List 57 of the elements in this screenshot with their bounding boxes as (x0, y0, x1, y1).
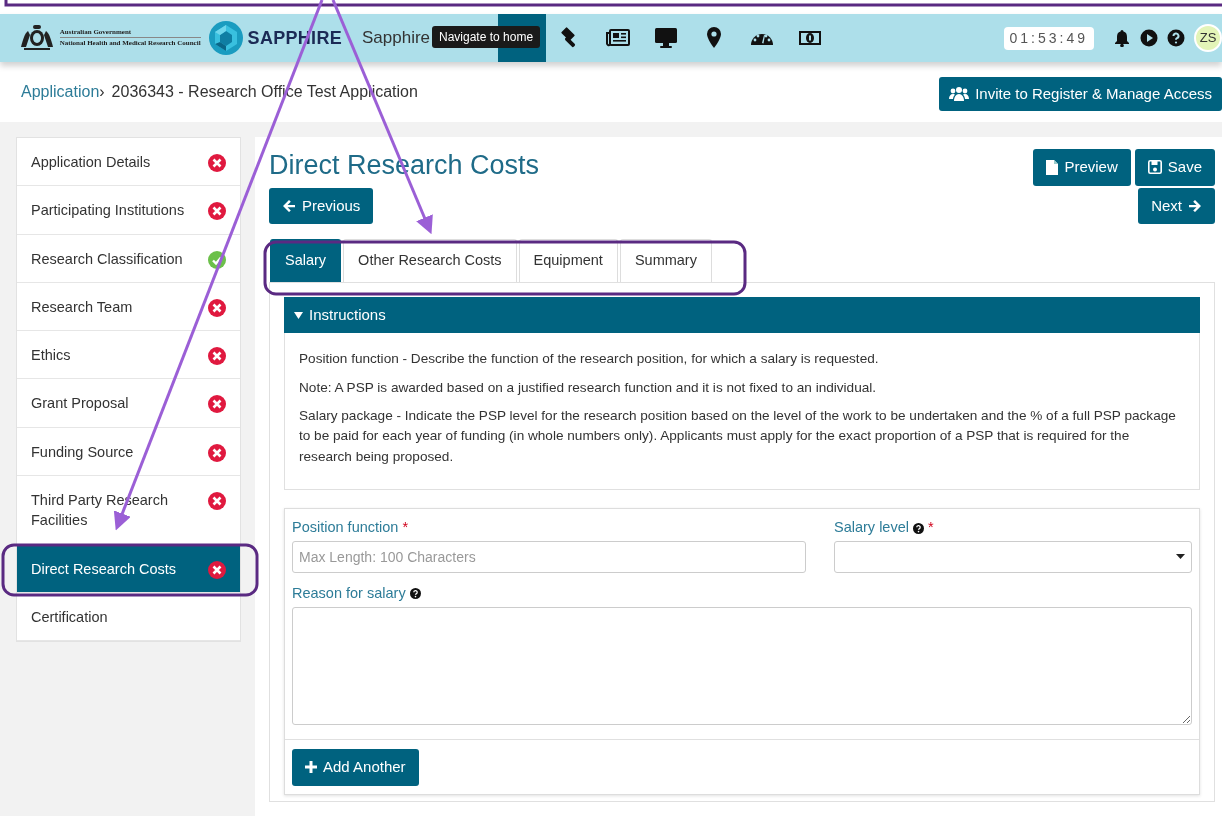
error-icon (208, 298, 226, 317)
sidebar-item[interactable]: Funding Source (17, 427, 240, 477)
plus-icon (305, 761, 317, 774)
bell-icon[interactable] (1113, 29, 1131, 47)
error-icon (208, 347, 226, 366)
field-label: Salary level (834, 518, 909, 538)
text-field[interactable]: Max Length: 100 Characters (292, 540, 806, 573)
instruction-text: Salary package - Indicate the PSP level for the research position based on the level of the work to be undertaken and the % of a full PSP package to be paid for each year of funding (in whole numbers only). Applicants must apply for the exact proportion of a PSP that is required for the research being proposed. (299, 407, 1177, 466)
sidebar-item[interactable]: Research Team (17, 282, 240, 332)
breadcrumb-link[interactable]: Application (21, 80, 100, 104)
tab[interactable]: Salary (270, 239, 342, 282)
add-another-button[interactable]: Add Another (292, 749, 419, 786)
sidebar-item[interactable]: Direct Research Costs (17, 544, 240, 593)
instruction-text: Note: A PSP is awarded based on a justified research function and it is not fixed to an individual. (299, 378, 878, 397)
save-button[interactable]: Save (1134, 149, 1215, 186)
required-marker: * (402, 518, 409, 538)
caret-down-icon (1176, 554, 1185, 560)
field-label: Position function (292, 518, 399, 538)
countdown-timer: 01:53:49 (1003, 26, 1094, 50)
next-button[interactable]: Next (1138, 187, 1215, 224)
instruction-text: Position function - Describe the function of the research position, for which a salary is requested. (299, 350, 880, 369)
preview-button[interactable]: Preview (1033, 149, 1131, 186)
tab[interactable]: Summary (619, 239, 712, 282)
breadcrumb-separator: › (99, 82, 105, 102)
help-icon[interactable] (1167, 29, 1185, 47)
sidebar-item[interactable]: Certification (17, 592, 240, 642)
arrow-right-icon (1188, 198, 1202, 213)
user-avatar[interactable]: ZS (1194, 24, 1222, 52)
caret-down-icon (294, 310, 303, 320)
tab[interactable]: Other Research Costs (343, 239, 517, 282)
error-icon (208, 154, 226, 172)
error-icon (208, 443, 226, 462)
sidebar-item[interactable]: Grant Proposal (17, 379, 240, 428)
arrow-left-icon (282, 198, 296, 213)
error-icon (208, 202, 226, 221)
error-icon (208, 560, 226, 579)
previous-button[interactable]: Previous (269, 187, 374, 224)
sidebar-item[interactable]: Ethics (17, 331, 240, 380)
document-icon (1046, 159, 1059, 175)
error-icon (208, 395, 226, 414)
people-icon (949, 86, 970, 102)
gem-logo-icon (208, 21, 243, 55)
sidebar-item[interactable]: Application Details (17, 138, 240, 187)
monitor-icon[interactable] (654, 26, 679, 50)
crest-drawing (18, 23, 56, 53)
play-icon[interactable] (1140, 29, 1158, 47)
app-name: Sapphire (362, 27, 431, 50)
error-icon (208, 492, 226, 511)
invite-button[interactable]: Invite to Register & Manage Access (939, 76, 1222, 112)
sidebar-item[interactable]: Research Classification (17, 234, 240, 283)
tooltip: Navigate to home (432, 26, 541, 48)
sidebar-item[interactable]: Participating Institutions (17, 186, 240, 235)
field-label: Reason for salary (292, 583, 406, 603)
required-marker: * (927, 518, 934, 538)
tab[interactable]: Equipment (518, 239, 618, 282)
instructions-header[interactable]: Instructions (284, 296, 1200, 334)
check-icon (208, 250, 226, 269)
